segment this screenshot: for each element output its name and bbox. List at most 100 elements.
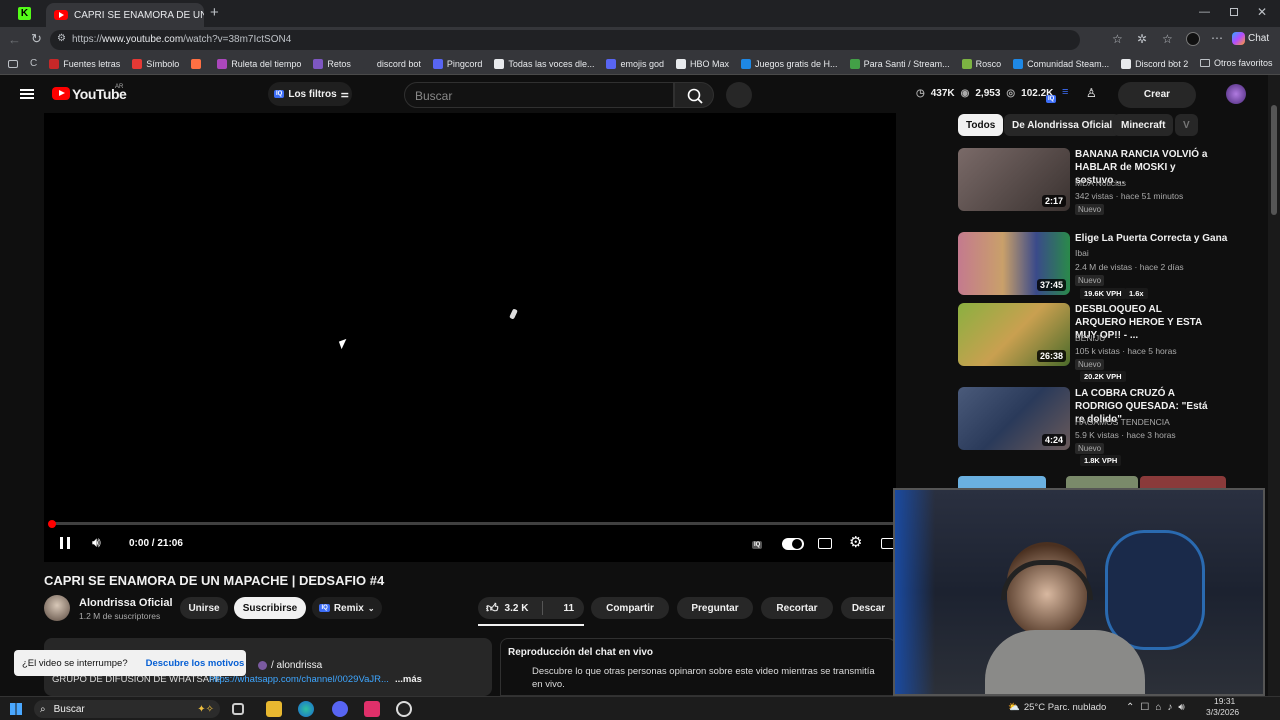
search-input[interactable]: Buscar	[404, 82, 674, 108]
favorites-icon[interactable]: ☆	[1162, 32, 1173, 46]
chip-more[interactable]: V	[1175, 114, 1198, 136]
reload-icon[interactable]: ↻	[31, 31, 42, 47]
more-menu-icon[interactable]: ⋯	[1211, 31, 1223, 45]
clock-time[interactable]: 19:31	[1214, 696, 1235, 706]
channel-avatar[interactable]	[44, 595, 70, 621]
volume-icon[interactable]: 🔊︎	[92, 534, 101, 551]
clock-date[interactable]: 3/3/2026	[1206, 707, 1239, 717]
file-explorer-icon[interactable]	[266, 701, 282, 717]
queue-icon[interactable]: ≡	[1062, 86, 1068, 98]
ask-button[interactable]: Preguntar	[677, 597, 753, 619]
profile-icon[interactable]	[1186, 32, 1200, 46]
bookmark-item[interactable]: Ruleta del tiempo	[211, 58, 307, 69]
new-tab-button[interactable]: +	[210, 4, 219, 21]
minimize-icon[interactable]: —	[1199, 6, 1210, 18]
youtube-logo-icon[interactable]	[52, 87, 70, 100]
autoplay-toggle[interactable]	[782, 538, 804, 550]
media-player-icon[interactable]	[364, 701, 380, 717]
channel-name[interactable]: Alondrissa Oficial	[79, 597, 173, 609]
site-info-icon[interactable]: ⚙	[57, 33, 66, 44]
rec-channel[interactable]: HAGAMOS TENDENCIA	[1075, 417, 1170, 427]
chip-minecraft[interactable]: Minecraft	[1113, 114, 1174, 136]
weather-widget[interactable]: ⛅ 25°C Parc. nublado	[1008, 702, 1106, 713]
bookmark-item[interactable]	[185, 58, 211, 69]
chat-replay-panel[interactable]: Reproducción del chat en vivo Descubre l…	[500, 638, 896, 696]
rec-title[interactable]: Elige La Puerta Correcta y Gana	[1075, 232, 1235, 245]
back-icon[interactable]: ←	[8, 32, 21, 47]
bookmark-item[interactable]: Juegos gratis de H...	[735, 58, 844, 69]
like-count[interactable]: 3.2 K	[505, 603, 529, 614]
scrubber-handle[interactable]	[48, 520, 56, 528]
bookmark-item[interactable]: Rosco	[956, 58, 1008, 69]
close-window-icon[interactable]: ✕	[1257, 5, 1267, 19]
bookmark-item[interactable]: Todas las voces dle...	[488, 58, 600, 69]
video-thumbnail[interactable]: 4:24	[958, 387, 1070, 450]
remix-button[interactable]: IQ Remix ⌄	[312, 597, 382, 619]
video-thumbnail[interactable]: 26:38	[958, 303, 1070, 366]
dislike-count[interactable]: 11	[563, 603, 574, 614]
bookmark-item[interactable]: emojis god	[600, 58, 670, 69]
pause-icon[interactable]	[60, 537, 70, 549]
rec-channel[interactable]: BENIJU	[1075, 333, 1105, 343]
filters-button[interactable]: IQ Los filtros ⚌	[268, 82, 352, 106]
bookmark-item[interactable]: Pingcord	[427, 58, 489, 69]
list-item[interactable]: 37:45 Elige La Puerta Correcta y Gana Ib…	[958, 232, 1258, 299]
notifications-icon[interactable]: ♙	[1086, 86, 1097, 100]
list-item[interactable]: 4:24 LA COBRA CRUZÓ A RODRIGO QUESADA: "…	[958, 387, 1258, 467]
other-favorites[interactable]: Otros favoritos	[1200, 58, 1273, 68]
rec-channel[interactable]: Ibai	[1075, 248, 1089, 258]
task-view-icon[interactable]	[232, 703, 244, 715]
bookmark-item[interactable]: Símbolo	[126, 58, 185, 69]
subscribe-button[interactable]: Suscribirse	[234, 597, 306, 619]
join-button[interactable]: Unirse	[180, 597, 228, 619]
menu-icon[interactable]	[20, 89, 34, 99]
bookmark-item[interactable]: Para Santi / Stream...	[844, 58, 956, 69]
share-button[interactable]: Compartir	[591, 597, 669, 619]
bookmark-item[interactable]: HBO Max	[670, 58, 735, 69]
extensions-icon[interactable]: ✲	[1137, 32, 1147, 46]
kick-tab-icon[interactable]: K	[18, 7, 31, 20]
bookmark-item[interactable]: Discord bot 2	[1115, 58, 1194, 69]
bookmark-item[interactable]: Comunidad Steam...	[1007, 58, 1115, 69]
subtitles-icon[interactable]	[818, 538, 832, 549]
restore-icon[interactable]	[1230, 8, 1238, 16]
bookmark-item[interactable]: Fuentes letras	[43, 58, 126, 69]
page-scrollbar[interactable]	[1268, 75, 1280, 696]
tray-icons[interactable]: ⌃☐⌂♪🔊︎	[1126, 702, 1191, 713]
download-button[interactable]: Descar	[841, 597, 896, 619]
active-tab[interactable]: CAPRI SE ENAMORA DE UN MAPACHE ✕	[46, 3, 204, 27]
rec-channel[interactable]: MDA Noticias	[1075, 178, 1126, 188]
search-button[interactable]	[674, 82, 714, 108]
bookmarks-overflow-icon[interactable]: ›	[1172, 57, 1175, 68]
progress-bar[interactable]	[52, 522, 896, 525]
edge-icon[interactable]	[298, 701, 314, 717]
like-icon[interactable]: 👍︎	[486, 601, 499, 616]
copilot-chat-button[interactable]: Chat	[1232, 32, 1269, 45]
video-thumbnail[interactable]: 37:45	[958, 232, 1070, 295]
list-item[interactable]: 26:38 DESBLOQUEO AL ARQUERO HEROE Y ESTA…	[958, 303, 1258, 383]
url-field[interactable]: ⚙ https://www.youtube.com/watch?v=38m7Ic…	[50, 30, 1080, 50]
iq-player-icon[interactable]: IQ	[752, 537, 763, 549]
interrupt-link[interactable]: Descubre los motivos	[146, 658, 245, 669]
avatar[interactable]	[1226, 84, 1246, 104]
clip-button[interactable]: Recortar	[761, 597, 833, 619]
description-handle[interactable]: / alondrissa	[258, 660, 322, 671]
settings-icon[interactable]: ⚙	[849, 533, 862, 551]
star-icon[interactable]: ☆	[1112, 32, 1123, 46]
discord-app-icon[interactable]	[332, 701, 348, 717]
collections-icon[interactable]: C	[30, 58, 37, 69]
bookmark-item[interactable]: discord bot	[357, 58, 427, 69]
obs-icon[interactable]	[396, 701, 412, 717]
tab-actions-icon[interactable]	[8, 59, 18, 68]
windows-start-icon[interactable]	[10, 703, 22, 715]
taskbar-search[interactable]: ⌕ Buscar ✦✧	[34, 700, 220, 718]
list-item[interactable]: 2:17 BANANA RANCIA VOLVIÓ a HABLAR de MO…	[958, 148, 1258, 218]
video-player[interactable]: 🔊︎ 0:00 / 21:06 IQ ⚙	[44, 113, 896, 562]
create-button[interactable]: Crear	[1118, 82, 1196, 108]
description-more[interactable]: ...más	[395, 674, 422, 685]
bookmark-item[interactable]: Retos	[307, 58, 357, 69]
scrollbar-thumb[interactable]	[1271, 105, 1277, 215]
voice-search-button[interactable]	[726, 82, 752, 108]
chip-todos[interactable]: Todos	[958, 114, 1004, 136]
iq-toolbar-icon[interactable]: IQ	[1046, 89, 1057, 103]
